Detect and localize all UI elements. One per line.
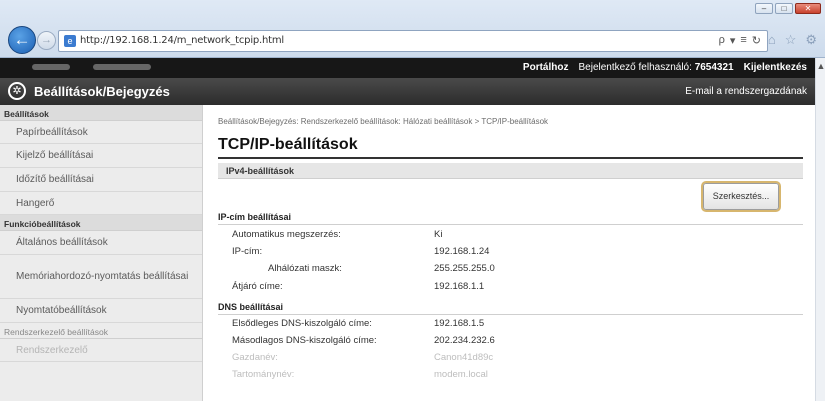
portal-link[interactable]: Portálhoz — [523, 62, 569, 73]
sidebar-item-media-print[interactable]: Memóriahordozó-nyomtatás beállításai — [0, 255, 202, 299]
row-secondary-dns: Másodlagos DNS-kiszolgáló címe: 202.234.… — [226, 335, 786, 349]
scroll-up-icon[interactable]: ▲ — [816, 58, 825, 74]
row-ip-address: IP-cím: 192.168.1.24 — [226, 246, 786, 260]
title-divider — [218, 157, 803, 159]
top-user-bar: Portálhoz Bejelentkező felhasználó: 7654… — [0, 58, 815, 78]
window-controls: – □ ✕ — [755, 3, 821, 14]
mail-admin-link[interactable]: E-mail a rendszergazdának — [685, 86, 807, 97]
browser-toolbar: ⌂ ☆ ⚙ — [768, 32, 817, 48]
ipv4-section-label: IPv4-beállítások — [226, 166, 295, 176]
dns-settings-heading: DNS beállításai — [218, 302, 284, 312]
maximize-button[interactable]: □ — [775, 3, 793, 14]
settings-registration-icon: ✲ — [8, 82, 26, 100]
row-value: 255.255.255.0 — [434, 263, 495, 274]
row-gateway: Átjáró címe: 192.168.1.1 — [226, 281, 786, 295]
page-favicon-icon: e — [64, 35, 76, 47]
row-domain-name: Tartománynév: modem.local — [226, 369, 786, 383]
edit-button[interactable]: Szerkesztés... — [703, 183, 779, 210]
device-location-redacted — [93, 64, 151, 70]
sidebar-section-management: Rendszerkezelő beállítások — [0, 323, 202, 339]
row-primary-dns: Elsődleges DNS-kiszolgáló címe: 192.168.… — [226, 318, 786, 332]
ip-settings-divider — [218, 224, 803, 225]
row-label: Gazdanév: — [232, 352, 278, 363]
sidebar-item-printer[interactable]: Nyomtatóbeállítások — [0, 299, 202, 323]
row-auto-acquire: Automatikus megszerzés: Ki — [226, 229, 786, 243]
row-value: Ki — [434, 229, 443, 240]
forward-button[interactable]: → — [37, 31, 56, 50]
breadcrumb[interactable]: Beállítások/Bejegyzés: Rendszerkezelő be… — [218, 117, 548, 126]
app-title: Beállítások/Bejegyzés — [34, 84, 170, 99]
sidebar-section-functions: Funkcióbeállítások — [0, 215, 202, 231]
sidebar-item-timer[interactable]: Időzítő beállításai — [0, 168, 202, 192]
row-label: Másodlagos DNS-kiszolgáló címe: — [232, 335, 377, 346]
sidebar-item-general[interactable]: Általános beállítások — [0, 231, 202, 255]
row-value: modem.local — [434, 369, 488, 380]
back-button[interactable]: ← — [8, 26, 36, 54]
row-label: Tartománynév: — [232, 369, 295, 380]
refresh-icon[interactable]: ↻ — [752, 34, 761, 47]
sidebar-section-settings: Beállítások — [0, 105, 202, 121]
main-content: Beállítások/Bejegyzés: Rendszerkezelő be… — [204, 105, 815, 401]
settings-icon[interactable]: ⚙ — [805, 32, 817, 48]
address-tools[interactable]: ρ ▾ ≡ ↻ — [719, 34, 761, 47]
row-label: Alhálózati maszk: — [268, 263, 342, 274]
page-title: TCP/IP-beállítások — [218, 136, 358, 153]
minimize-button[interactable]: – — [755, 3, 773, 14]
dns-settings-divider — [218, 314, 803, 315]
row-value: 192.168.1.24 — [434, 246, 490, 257]
app-title-bar: ✲ Beállítások/Bejegyzés E-mail a rendsze… — [0, 78, 815, 105]
home-icon[interactable]: ⌂ — [768, 32, 776, 48]
row-label: Elsődleges DNS-kiszolgáló címe: — [232, 318, 372, 329]
browser-chrome: – □ ✕ ← → e http://192.168.1.24/m_networ… — [0, 0, 825, 58]
row-label: IP-cím: — [232, 246, 263, 257]
page-scrollbar[interactable]: ▲ — [815, 58, 825, 401]
user-id: 7654321 — [694, 62, 734, 73]
row-value: 202.234.232.6 — [434, 335, 495, 346]
user-label: Bejelentkező felhasználó: — [578, 62, 692, 73]
sidebar-item-system-manager[interactable]: Rendszerkezelő — [0, 339, 202, 362]
row-subnet-mask: Alhálózati maszk: 255.255.255.0 — [226, 263, 786, 277]
row-value: 192.168.1.5 — [434, 318, 485, 329]
logout-link[interactable]: Kijelentkezés — [744, 62, 807, 73]
search-icon[interactable]: ρ — [719, 34, 725, 47]
close-button[interactable]: ✕ — [795, 3, 821, 14]
sidebar: Beállítások Papírbeállítások Kijelző beá… — [0, 105, 203, 401]
ipv4-section-header: IPv4-beállítások — [218, 163, 803, 179]
address-bar[interactable]: e http://192.168.1.24/m_network_tcpip.ht… — [58, 30, 768, 52]
address-url[interactable]: http://192.168.1.24/m_network_tcpip.html — [80, 35, 284, 46]
dropdown-icon[interactable]: ▾ — [730, 34, 736, 47]
row-value: 192.168.1.1 — [434, 281, 485, 292]
row-label: Átjáró címe: — [232, 281, 283, 292]
row-value: Canon41d89c — [434, 352, 494, 363]
sidebar-item-paper[interactable]: Papírbeállítások — [0, 121, 202, 144]
row-label: Automatikus megszerzés: — [232, 229, 341, 240]
device-name-redacted — [32, 64, 70, 70]
favorites-icon[interactable]: ☆ — [785, 32, 797, 48]
sidebar-item-display[interactable]: Kijelző beállításai — [0, 144, 202, 168]
sidebar-item-volume[interactable]: Hangerő — [0, 192, 202, 215]
compat-icon[interactable]: ≡ — [740, 34, 746, 47]
row-hostname: Gazdanév: Canon41d89c — [226, 352, 786, 366]
ip-settings-heading: IP-cím beállításai — [218, 212, 292, 222]
